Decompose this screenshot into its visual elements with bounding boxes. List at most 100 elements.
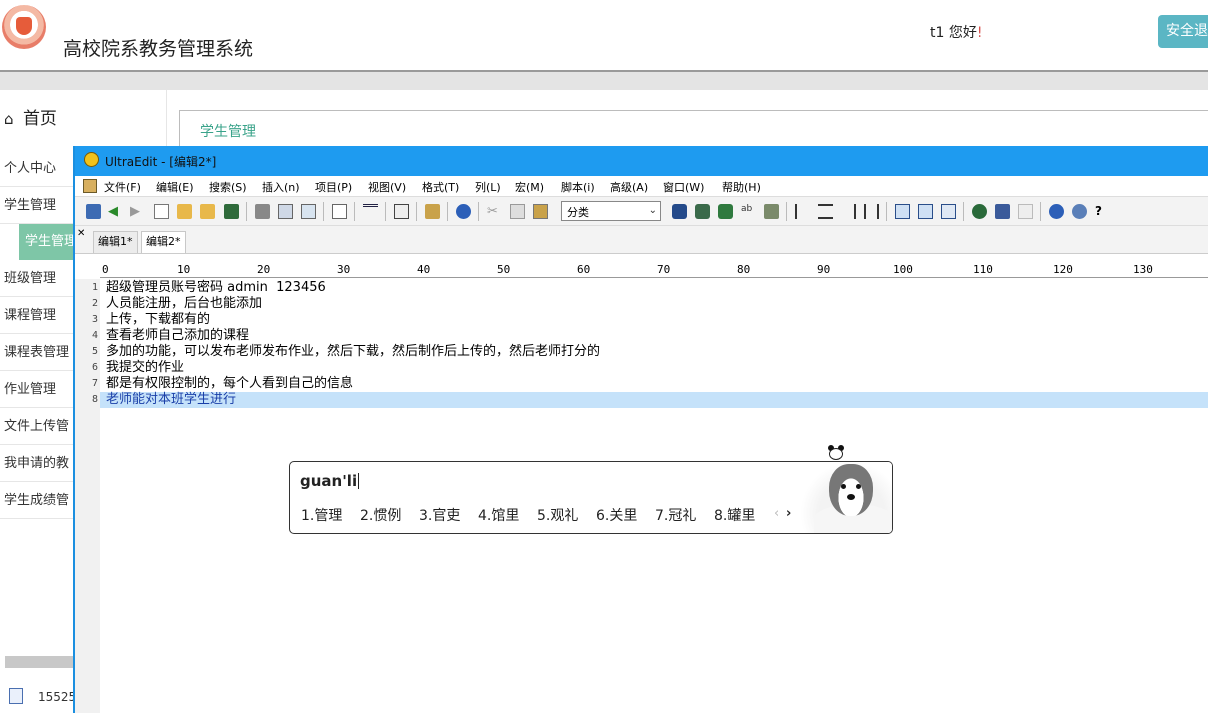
document-icon[interactable] xyxy=(332,204,347,219)
align-right-icon[interactable] xyxy=(841,204,856,219)
page-setup-icon[interactable] xyxy=(301,204,316,219)
ime-candidate[interactable]: 3.官吏 xyxy=(419,505,460,525)
ime-candidate[interactable]: 5.观礼 xyxy=(537,505,578,525)
print-icon[interactable] xyxy=(255,204,270,219)
info-icon[interactable] xyxy=(1049,204,1064,219)
sidebar-scrollbar[interactable] xyxy=(5,656,75,668)
ruler-label: 50 xyxy=(497,263,511,276)
ime-candidate[interactable]: 7.冠礼 xyxy=(655,505,696,525)
ftp-save-icon[interactable] xyxy=(1018,204,1033,219)
status-file-name[interactable]: 15525 xyxy=(38,690,76,704)
word-wrap-icon[interactable] xyxy=(363,204,378,219)
justify-icon[interactable] xyxy=(864,204,879,219)
editor-line-active[interactable]: 老师能对本班学生进行 xyxy=(106,392,236,408)
globe-icon[interactable] xyxy=(972,204,987,219)
line-number: 2 xyxy=(91,298,98,309)
panda-icon xyxy=(826,445,846,461)
menu-help[interactable]: 帮助(H) xyxy=(722,179,761,195)
document-menu-icon[interactable] xyxy=(83,179,97,193)
editor-line[interactable]: 人员能注册，后台也能添加 xyxy=(106,296,262,312)
paste-icon[interactable] xyxy=(533,204,548,219)
home-label: 首页 xyxy=(22,109,57,129)
toolbar-separator xyxy=(447,202,448,221)
menu-insert[interactable]: 插入(n) xyxy=(262,179,300,195)
find-in-files-icon[interactable] xyxy=(764,204,779,219)
editor-line[interactable]: 都是有权限控制的，每个人看到自己的信息 xyxy=(106,376,353,392)
menu-edit[interactable]: 编辑(E) xyxy=(156,179,194,195)
ultraedit-menubar: 文件(F) 编辑(E) 搜索(S) 插入(n) 项目(P) 视图(V) 格式(T… xyxy=(75,176,1208,196)
greeting-text: t1 您好 xyxy=(930,25,977,41)
ultraedit-titlebar[interactable]: UltraEdit - [编辑2*] xyxy=(75,146,1208,176)
open-folder-icon[interactable] xyxy=(177,204,192,219)
help-icon[interactable]: ? xyxy=(1095,204,1110,219)
open-recent-icon[interactable] xyxy=(200,204,215,219)
ime-candidate[interactable]: 2.惯例 xyxy=(360,505,401,525)
cascade-icon[interactable] xyxy=(941,204,956,219)
category-dropdown[interactable]: 分类 ⌄ xyxy=(561,201,661,221)
chevron-right-icon[interactable]: › xyxy=(786,506,791,521)
ime-candidate[interactable]: 1.管理 xyxy=(301,505,342,525)
back-arrow-icon[interactable]: ◀ xyxy=(108,204,123,219)
ruler-label: 40 xyxy=(417,263,431,276)
line-number: 3 xyxy=(91,314,98,325)
about-icon[interactable] xyxy=(1072,204,1087,219)
ultraedit-app-icon xyxy=(84,152,99,167)
editor-line[interactable]: 多加的功能，可以发布老师发布作业，然后下载，然后制作后上传的，然后老师打分的 xyxy=(106,344,600,360)
menu-file[interactable]: 文件(F) xyxy=(104,179,141,195)
ruler-label: 0 xyxy=(102,263,109,276)
editor-line[interactable]: 超级管理员账号密码 admin 123456 xyxy=(106,280,326,296)
align-left-icon[interactable] xyxy=(795,204,810,219)
menu-advanced[interactable]: 高级(A) xyxy=(610,179,648,195)
ime-candidate[interactable]: 6.关里 xyxy=(596,505,637,525)
split-horizontal-icon[interactable] xyxy=(895,204,910,219)
ruler-label: 10 xyxy=(177,263,191,276)
menu-search[interactable]: 搜索(S) xyxy=(209,179,247,195)
close-icon[interactable]: ✕ xyxy=(77,228,85,239)
menu-script[interactable]: 脚本(i) xyxy=(561,179,595,195)
tab-edit2[interactable]: 编辑2* xyxy=(141,231,186,253)
new-file-icon[interactable] xyxy=(154,204,169,219)
print-preview-icon[interactable] xyxy=(278,204,293,219)
tab-edit1[interactable]: 编辑1* xyxy=(93,231,138,253)
ime-candidate[interactable]: 8.罐里 xyxy=(714,505,755,525)
cut-icon[interactable]: ✂ xyxy=(487,204,502,219)
menu-column[interactable]: 列(L) xyxy=(475,179,501,195)
find-icon[interactable] xyxy=(672,204,687,219)
editor-line[interactable]: 我提交的作业 xyxy=(106,360,184,376)
clipboard-icon[interactable] xyxy=(425,204,440,219)
editor-line[interactable]: 上传，下载都有的 xyxy=(106,312,210,328)
find-next-icon[interactable] xyxy=(695,204,710,219)
ime-pinyin: guan'li xyxy=(300,472,358,490)
copy-icon[interactable] xyxy=(510,204,525,219)
home-link[interactable]: ⌂ 首页 xyxy=(4,104,57,129)
menu-window[interactable]: 窗口(W) xyxy=(663,179,704,195)
save-icon[interactable] xyxy=(224,204,239,219)
ultraedit-title: UltraEdit - [编辑2*] xyxy=(105,155,217,169)
sidebar-subitem-student-management[interactable]: 学生管理 xyxy=(19,224,79,260)
menu-view[interactable]: 视图(V) xyxy=(368,179,406,195)
toolbar-separator xyxy=(786,202,787,221)
line-number-gutter xyxy=(75,279,100,713)
dog-eye xyxy=(856,484,861,489)
active-line-highlight xyxy=(100,392,1208,408)
hex-mode-icon[interactable] xyxy=(394,204,409,219)
ultraedit-window: UltraEdit - [编辑2*] 文件(F) 编辑(E) 搜索(S) 插入(… xyxy=(73,146,1208,713)
undo-history-icon[interactable] xyxy=(86,204,101,219)
find-prev-icon[interactable] xyxy=(718,204,733,219)
chevron-left-icon[interactable]: ‹ xyxy=(774,506,779,521)
greeting-mark: ! xyxy=(976,25,983,41)
ruler-label: 90 xyxy=(817,263,831,276)
replace-icon[interactable]: ab xyxy=(741,204,756,219)
ime-candidate[interactable]: 4.馆里 xyxy=(478,505,519,525)
align-center-icon[interactable] xyxy=(818,204,833,219)
menu-macro[interactable]: 宏(M) xyxy=(515,179,544,195)
ftp-icon[interactable] xyxy=(995,204,1010,219)
browser-icon[interactable] xyxy=(456,204,471,219)
logout-button[interactable]: 安全退出 xyxy=(1158,15,1208,72)
header-band xyxy=(0,72,1208,90)
menu-format[interactable]: 格式(T) xyxy=(422,179,459,195)
split-vertical-icon[interactable] xyxy=(918,204,933,219)
menu-project[interactable]: 项目(P) xyxy=(315,179,352,195)
editor-line[interactable]: 查看老师自己添加的课程 xyxy=(106,328,249,344)
forward-arrow-icon[interactable]: ▶ xyxy=(130,204,145,219)
